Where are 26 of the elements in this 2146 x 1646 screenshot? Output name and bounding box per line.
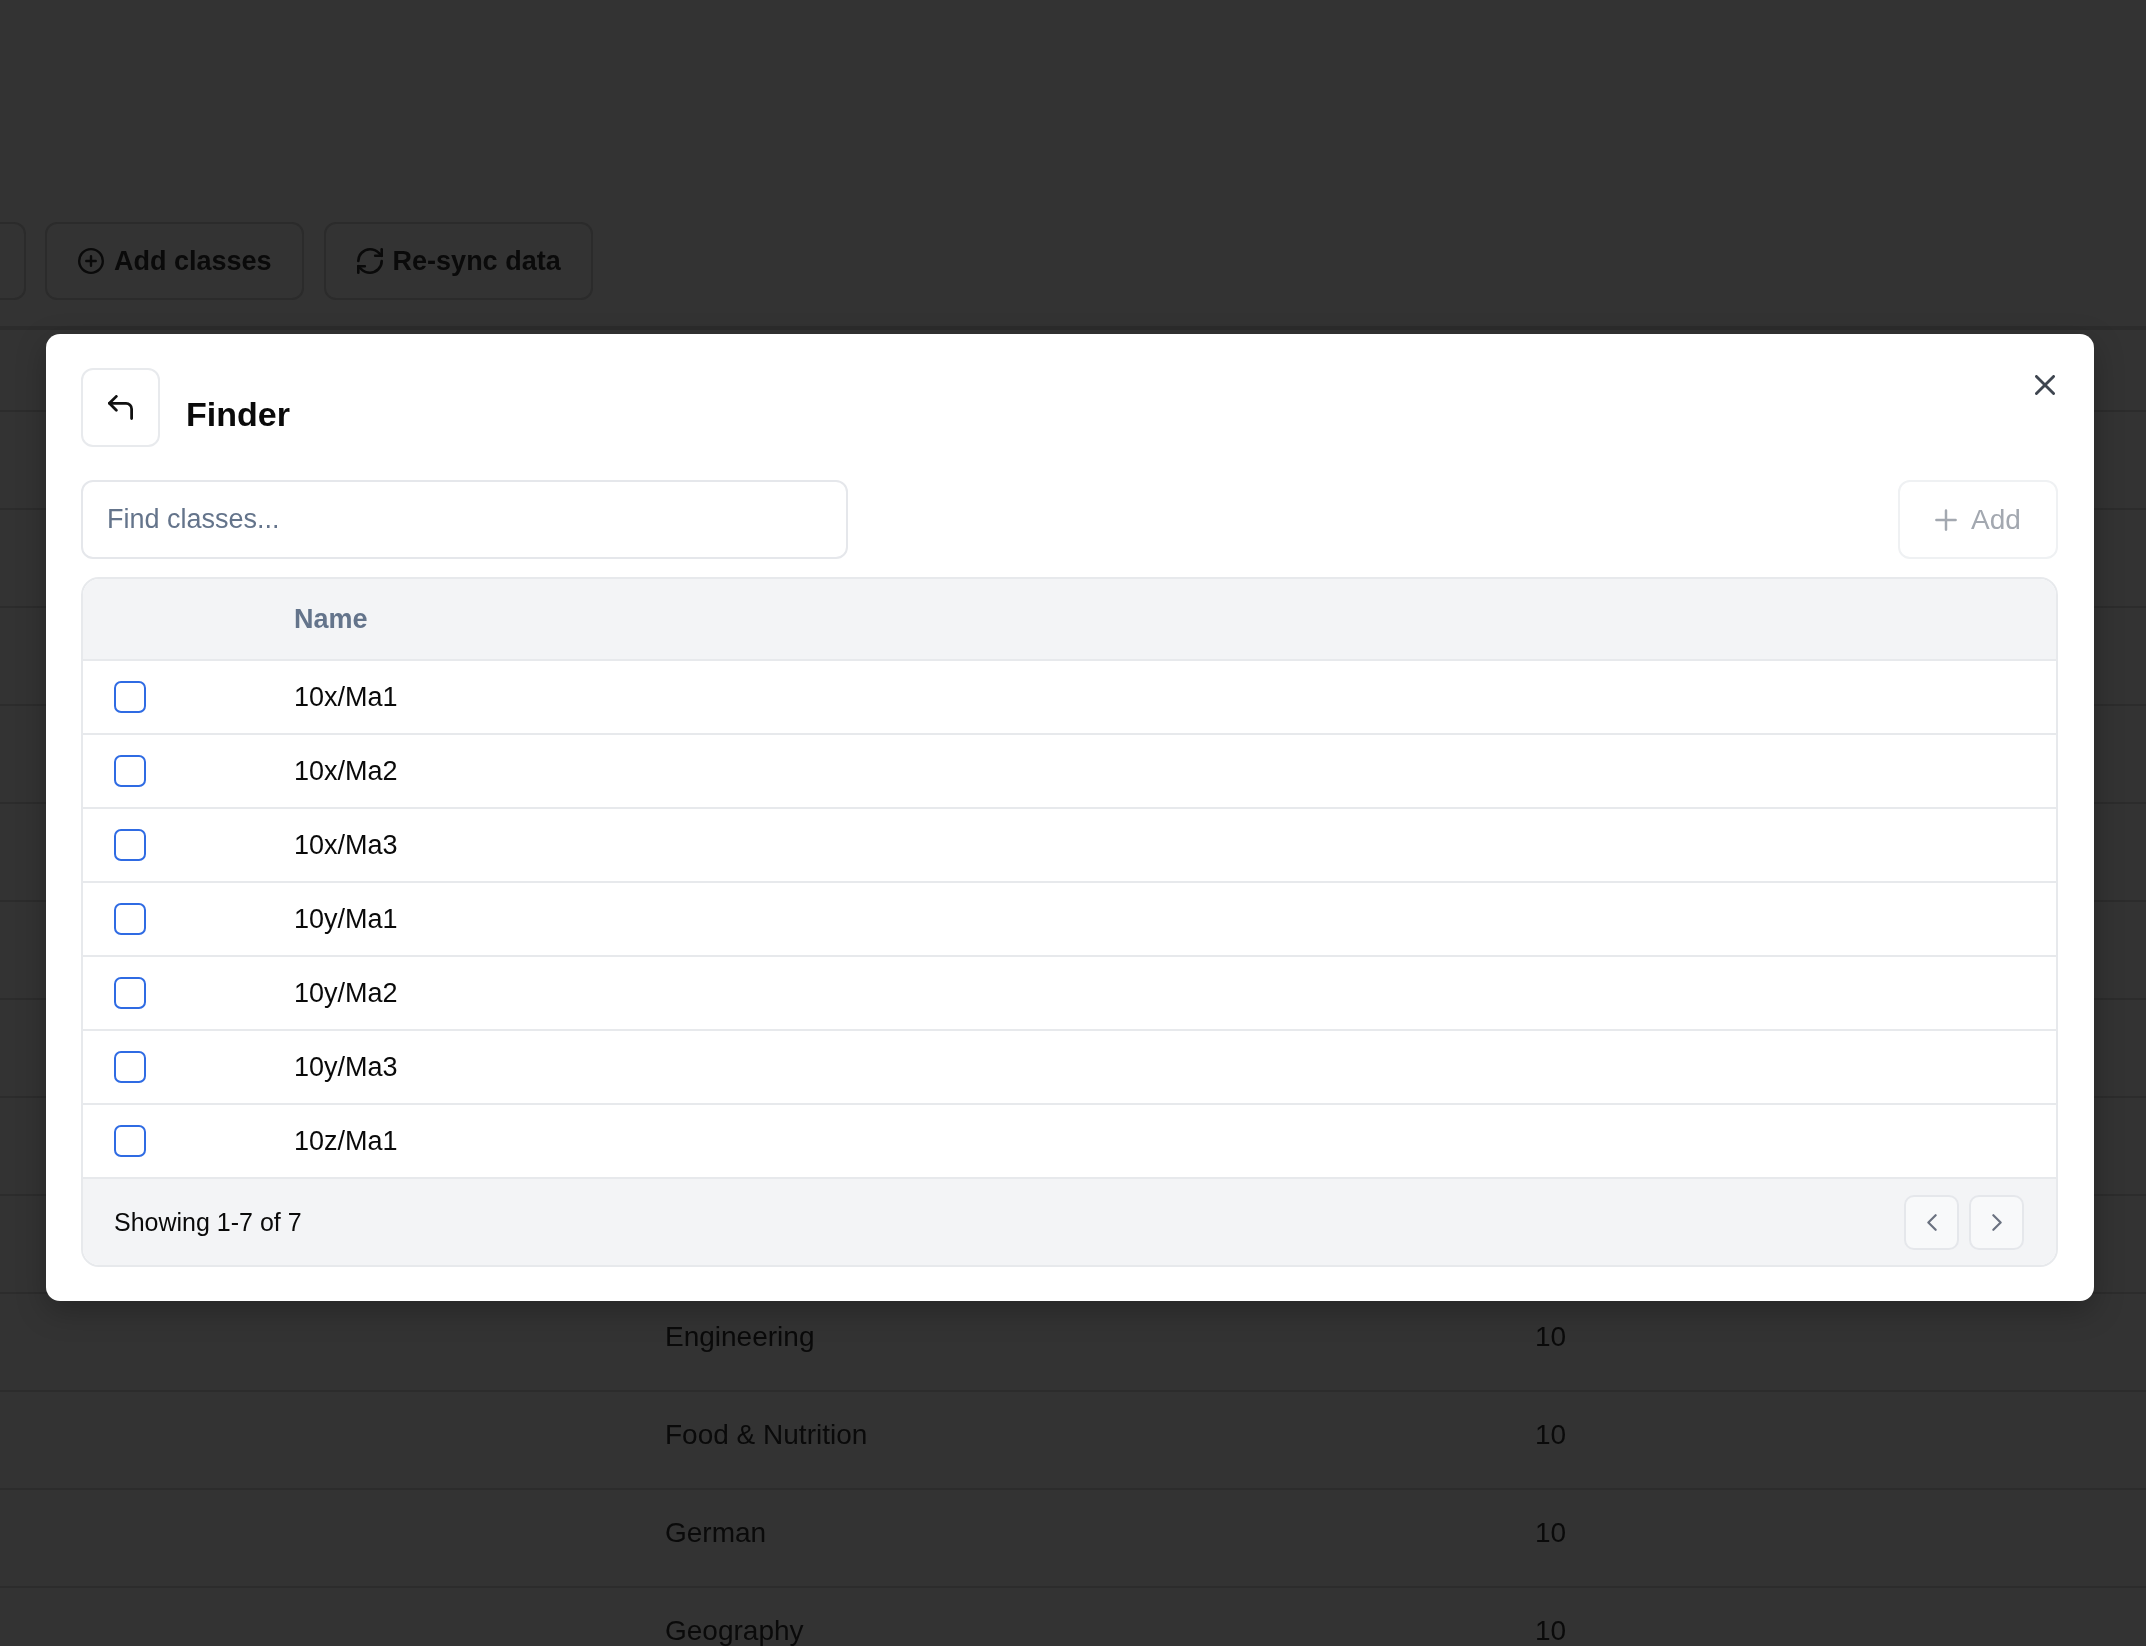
checkbox[interactable] <box>114 903 146 935</box>
close-icon <box>2035 375 2055 395</box>
table-cell: 10x/Ma2 <box>294 755 398 787</box>
checkbox[interactable] <box>114 681 146 713</box>
plus-icon <box>1935 508 1958 531</box>
chevron-left-icon <box>1926 1213 1937 1231</box>
plus-circle-icon <box>78 248 104 274</box>
table-cell: 10y/Ma3 <box>294 1051 398 1083</box>
dialog-title: Finder <box>186 393 290 434</box>
search-field[interactable]: Find classes... <box>81 480 848 559</box>
checkbox[interactable] <box>114 1051 146 1083</box>
table-cell: 10x/Ma3 <box>294 829 398 861</box>
checkbox[interactable] <box>114 1125 146 1157</box>
table-cell: 10y/Ma2 <box>294 977 398 1009</box>
column-header: Name <box>294 603 368 635</box>
back-arrow-icon <box>108 395 133 420</box>
table-cell: 10y/Ma1 <box>294 903 398 935</box>
refresh-icon <box>356 248 383 274</box>
chevron-right-icon <box>1991 1213 2002 1231</box>
checkbox[interactable] <box>114 829 146 861</box>
checkbox[interactable] <box>114 755 146 787</box>
pagination-summary: Showing 1-7 of 7 <box>114 1207 302 1237</box>
table-cell: 10z/Ma1 <box>294 1125 398 1157</box>
checkbox[interactable] <box>114 977 146 1009</box>
table-cell: 10x/Ma1 <box>294 681 398 713</box>
back-button[interactable] <box>81 368 160 447</box>
